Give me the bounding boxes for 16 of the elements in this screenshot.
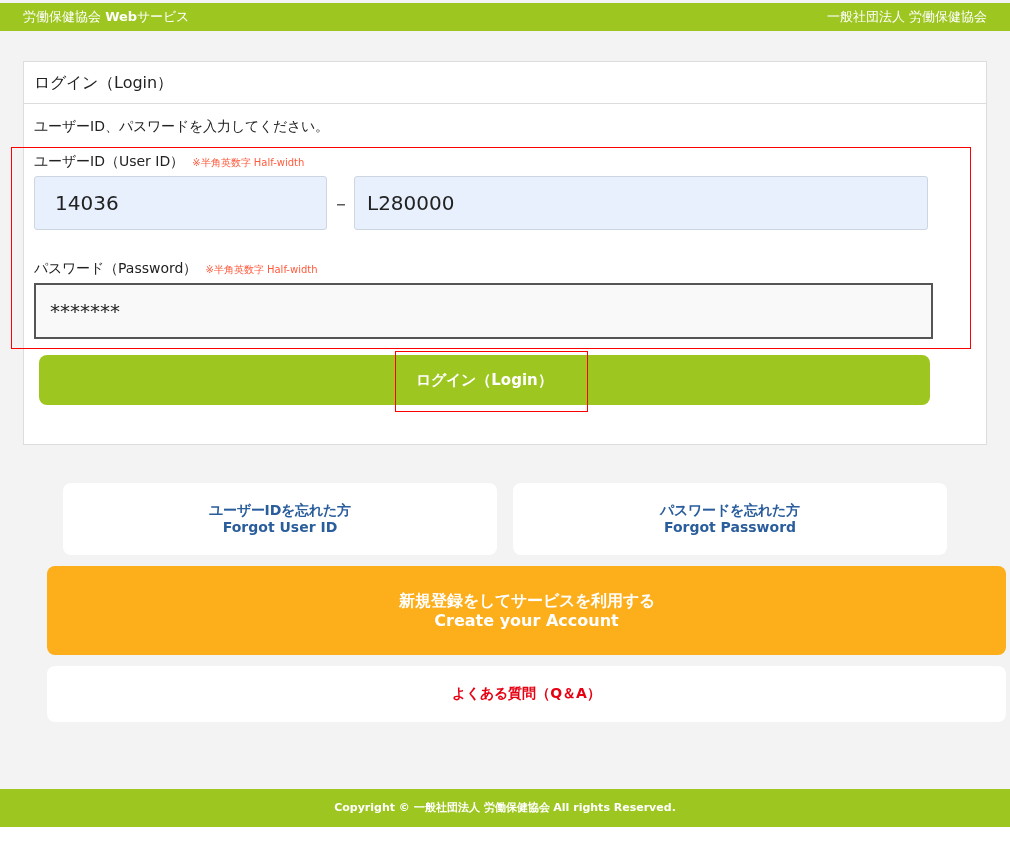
instruction-text: ユーザーID、パスワードを入力してください。 xyxy=(34,117,330,136)
password-field[interactable]: ******* xyxy=(34,283,933,339)
separator-text: － xyxy=(330,191,351,216)
link-button[interactable]: パスワードを忘れた方 Forgot Password xyxy=(513,483,947,555)
field-label: パスワード（Password） xyxy=(34,259,198,278)
hint-text: ※半角英数字 Half-width xyxy=(192,156,305,170)
link-button[interactable]: よくある質問（Q＆A） xyxy=(47,666,1006,722)
input-field[interactable]: L280000 xyxy=(354,176,928,230)
input-field[interactable]: 14036 xyxy=(34,176,327,230)
site-title: 労働保健協会 Webサービス xyxy=(23,8,190,27)
organization-name: 一般社団法人 労働保健協会 xyxy=(826,8,987,27)
link-button[interactable]: ユーザーIDを忘れた方 Forgot User ID xyxy=(63,483,497,555)
copyright-text: Copyright © 一般社団法人 労働保健協会 All rights Reserved. xyxy=(334,799,676,816)
field-label: ユーザーID（User ID） xyxy=(34,152,185,171)
panel-title: ログイン（Login） xyxy=(34,71,174,94)
hint-text: ※半角英数字 Half-width xyxy=(205,263,318,277)
